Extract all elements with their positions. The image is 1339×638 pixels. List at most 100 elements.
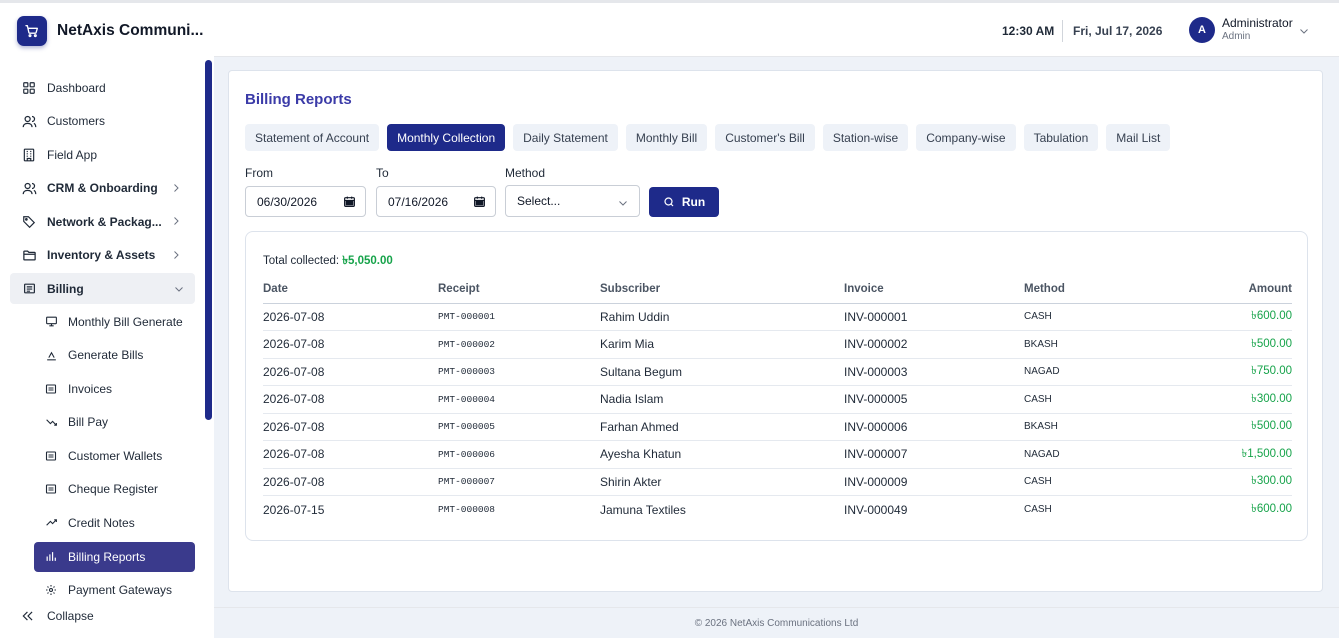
cell-receipt: PMT-000003: [438, 358, 600, 386]
from-date-value: 06/30/2026: [257, 194, 318, 209]
column-header-amount[interactable]: Amount: [1154, 276, 1292, 304]
column-header-subscriber[interactable]: Subscriber: [600, 276, 844, 304]
cell-date: 2026-07-15: [263, 502, 325, 517]
tab-tabulation[interactable]: Tabulation: [1023, 124, 1099, 151]
bar-chart-icon: [44, 550, 58, 564]
tab-statement-of-account[interactable]: Statement of Account: [245, 124, 380, 151]
cell-subscriber: Farhan Ahmed: [600, 413, 844, 441]
sidebar-item-crm[interactable]: CRM & Onboarding: [0, 172, 214, 206]
sidebar-item-billing[interactable]: Billing: [10, 273, 195, 304]
monitor-icon: [44, 315, 58, 329]
cell-method: CASH: [1024, 468, 1154, 496]
cell-date: 2026-07-08: [263, 468, 438, 496]
sidebar-item-label: Field App: [47, 147, 98, 162]
sidebar-sub-cheque-register[interactable]: Cheque Register: [0, 473, 214, 507]
sidebar-item-inventory[interactable]: Inventory & Assets: [0, 239, 214, 273]
tab-station-wise[interactable]: Station-wise: [822, 124, 909, 151]
sidebar-item-network[interactable]: Network & Packag...: [0, 205, 214, 239]
to-date-input[interactable]: 07/16/2026: [376, 186, 496, 217]
cell-subscriber: Rahim Uddin: [600, 303, 844, 331]
sidebar-item-label: Customers: [47, 114, 106, 129]
user-role: Admin: [1222, 31, 1251, 42]
method-select-value: Select...: [517, 194, 561, 208]
table-row[interactable]: 2026-07-15 PMT-000008 Jamuna Textiles IN…: [263, 496, 1292, 524]
brand[interactable]: NetAxis Communi...: [0, 3, 214, 59]
search-icon: [663, 196, 675, 208]
cell-method: CASH: [1024, 303, 1154, 331]
wallet-icon: [44, 449, 58, 463]
sidebar-item-label: Network & Packag...: [47, 214, 162, 229]
sidebar-sub-billing-reports[interactable]: Billing Reports: [34, 541, 195, 572]
table-row[interactable]: 2026-07-08 PMT-000003 Sultana Begum INV-…: [263, 358, 1292, 386]
column-header-receipt[interactable]: Receipt: [438, 276, 600, 304]
method-select[interactable]: Select...: [505, 185, 640, 217]
report-card: Total collected: ৳5,050.00 Date Receipt …: [245, 231, 1308, 541]
sidebar-nav: Dashboard Customers Field App CRM & Onbo…: [0, 71, 214, 607]
collapse-label: Collapse: [47, 609, 94, 623]
sidebar-item-customers[interactable]: Customers: [0, 105, 214, 139]
table-header-row: Date Receipt Subscriber Invoice Method A…: [263, 276, 1292, 304]
sidebar-sub-bill-pay[interactable]: Bill Pay: [0, 406, 214, 440]
sidebar-sub-payment-gateways[interactable]: Payment Gateways: [0, 574, 214, 608]
collapse-button[interactable]: Collapse: [21, 609, 94, 623]
header-date: Fri, Jul 17, 2026: [1073, 24, 1163, 38]
gear-icon: [44, 583, 58, 597]
sidebar-item-field-app[interactable]: Field App: [0, 138, 214, 172]
sidebar-scrollbar[interactable]: [205, 60, 212, 420]
sidebar-sub-credit-notes[interactable]: Credit Notes: [0, 506, 214, 540]
double-chevron-left-icon: [21, 609, 35, 623]
table-row[interactable]: 2026-07-08 PMT-000007 Shirin Akter INV-0…: [263, 468, 1292, 496]
tab-daily-statement[interactable]: Daily Statement: [513, 124, 618, 151]
tab-company-wise[interactable]: Company-wise: [916, 124, 1016, 151]
cell-date: 2026-07-08: [263, 330, 438, 359]
column-header-invoice[interactable]: Invoice: [844, 276, 1024, 304]
tab-monthly-collection[interactable]: Monthly Collection: [387, 124, 506, 151]
cell-subscriber: Sultana Begum: [600, 358, 844, 386]
chevron-right-icon: [170, 215, 182, 230]
chevron-down-icon[interactable]: [1298, 25, 1310, 40]
calendar-icon[interactable]: [473, 195, 486, 211]
cell-date: 2026-07-08: [263, 413, 438, 441]
tab-mail-list[interactable]: Mail List: [1106, 124, 1171, 151]
sidebar-item-label: CRM & Onboarding: [47, 181, 158, 196]
to-label: To: [376, 166, 389, 180]
tag-icon: [21, 214, 37, 230]
cell-method: NAGAD: [1024, 440, 1154, 469]
run-button[interactable]: Run: [649, 187, 719, 217]
cell-subscriber: Jamuna Textiles: [600, 502, 686, 517]
table-row[interactable]: 2026-07-08 PMT-000004 Nadia Islam INV-00…: [263, 385, 1292, 414]
column-header-date[interactable]: Date: [263, 276, 438, 304]
invoice-icon: [44, 382, 58, 396]
user-name[interactable]: Administrator: [1222, 16, 1293, 30]
sidebar-item-label: Billing: [47, 281, 84, 296]
table-row[interactable]: 2026-07-08 PMT-000001 Rahim Uddin INV-00…: [263, 303, 1292, 331]
users-icon: [21, 113, 37, 129]
to-date-value: 07/16/2026: [388, 194, 449, 209]
cell-date: 2026-07-08: [263, 385, 438, 414]
sidebar-sub-label: Payment Gateways: [68, 583, 173, 598]
sidebar-item-dashboard[interactable]: Dashboard: [0, 71, 214, 105]
table-row[interactable]: 2026-07-08 PMT-000006 Ayesha Khatun INV-…: [263, 440, 1292, 469]
tab-customers-bill[interactable]: Customer's Bill: [715, 124, 815, 151]
cell-amount: ৳300.00: [1154, 385, 1292, 414]
table-row[interactable]: 2026-07-08 PMT-000002 Karim Mia INV-0000…: [263, 330, 1292, 359]
method-label: Method: [505, 166, 546, 180]
footer: © 2026 NetAxis Communications Ltd: [214, 607, 1339, 638]
sidebar-sub-customer-wallets[interactable]: Customer Wallets: [0, 439, 214, 473]
cell-receipt: PMT-000002: [438, 330, 600, 359]
sidebar-sub-generate-bills[interactable]: Generate Bills: [0, 339, 214, 373]
sidebar-sub-invoices[interactable]: Invoices: [0, 372, 214, 406]
main-content: Billing Reports Statement of Account Mon…: [228, 70, 1323, 592]
column-header-method[interactable]: Method: [1024, 276, 1154, 304]
sidebar-sub-monthly-bill-generate[interactable]: Monthly Bill Generate: [0, 305, 214, 339]
table-row[interactable]: 2026-07-08 PMT-000005 Farhan Ahmed INV-0…: [263, 413, 1292, 441]
avatar[interactable]: A: [1189, 17, 1215, 43]
tab-monthly-bill[interactable]: Monthly Bill: [625, 124, 708, 151]
cell-amount: ৳500.00: [1154, 330, 1292, 359]
cheque-icon: [44, 482, 58, 496]
total-collected: Total collected: ৳5,050.00: [263, 252, 393, 271]
calendar-icon[interactable]: [343, 195, 356, 211]
from-date-input[interactable]: 06/30/2026: [245, 186, 366, 217]
sidebar-item-label: Dashboard: [47, 80, 106, 95]
sidebar-sub-label: Cheque Register: [68, 482, 159, 497]
